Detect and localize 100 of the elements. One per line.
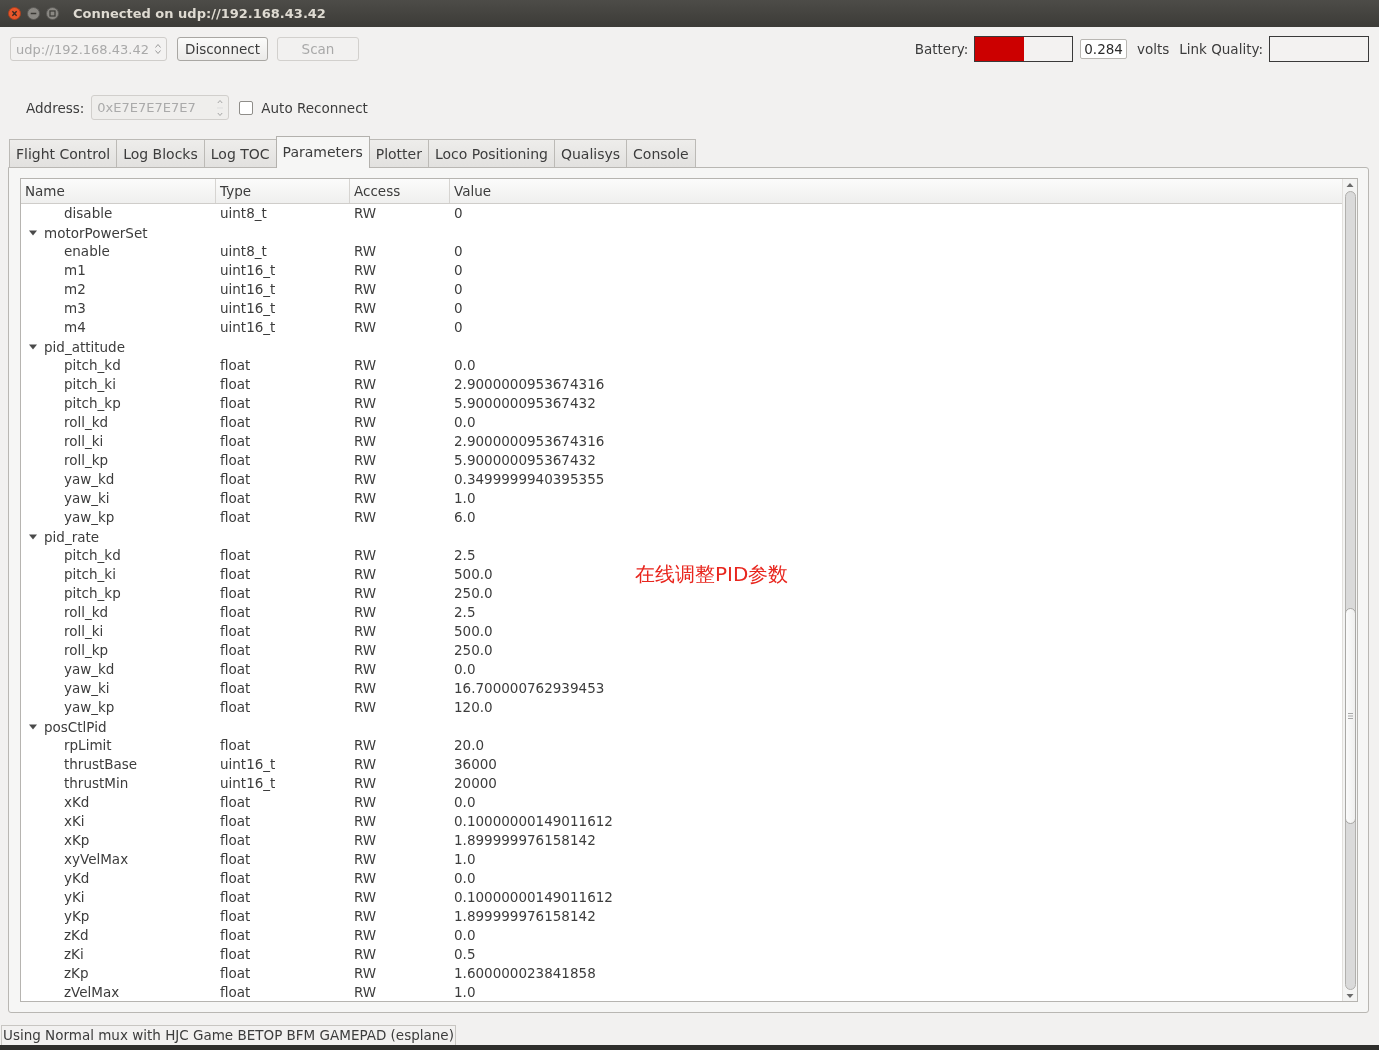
param-access: RW xyxy=(354,661,377,678)
column-header[interactable]: Access xyxy=(350,179,450,203)
param-value[interactable]: 0.0 xyxy=(454,661,476,678)
expander-icon[interactable] xyxy=(29,532,37,541)
group-name[interactable]: motorPowerSet xyxy=(44,224,148,241)
param-name: thrustMin xyxy=(64,775,129,792)
param-value[interactable]: 16.700000762939453 xyxy=(454,680,605,697)
param-access: RW xyxy=(354,471,377,488)
param-value[interactable]: 0.5 xyxy=(454,946,476,963)
expander-icon[interactable] xyxy=(29,228,37,237)
param-value[interactable]: 36000 xyxy=(454,756,497,773)
param-value[interactable]: 1.0 xyxy=(454,984,476,1001)
param-value[interactable]: 2.5 xyxy=(454,547,476,564)
param-name: roll_ki xyxy=(64,433,104,450)
param-value[interactable]: 0.0 xyxy=(454,870,476,887)
param-value[interactable]: 0 xyxy=(454,319,463,336)
minimize-icon[interactable] xyxy=(27,7,40,20)
param-type: float xyxy=(220,851,251,868)
param-value[interactable]: 2.5 xyxy=(454,604,476,621)
param-value[interactable]: 0.0 xyxy=(454,794,476,811)
param-name: thrustBase xyxy=(64,756,138,773)
param-value[interactable]: 20000 xyxy=(454,775,497,792)
param-access: RW xyxy=(354,452,377,469)
column-header[interactable]: Name xyxy=(21,179,216,203)
param-value[interactable]: 5.900000095367432 xyxy=(454,395,596,412)
param-value[interactable]: 250.0 xyxy=(454,585,493,602)
group-name[interactable]: pid_attitude xyxy=(44,338,125,355)
param-value[interactable]: 1.0 xyxy=(454,490,476,507)
param-value[interactable]: 250.0 xyxy=(454,642,493,659)
param-access: RW xyxy=(354,775,377,792)
param-access: RW xyxy=(354,851,377,868)
expander-icon[interactable] xyxy=(29,722,37,731)
param-value[interactable]: 0 xyxy=(454,300,463,317)
param-name: pitch_kp xyxy=(64,395,121,412)
param-access: RW xyxy=(354,870,377,887)
param-access: RW xyxy=(354,319,377,336)
param-value[interactable]: 0.10000000149011612 xyxy=(454,813,613,830)
tab[interactable]: Log TOC xyxy=(203,139,277,167)
param-access: RW xyxy=(354,927,377,944)
tab[interactable]: Console xyxy=(626,139,696,167)
param-type: uint16_t xyxy=(220,756,276,773)
tab[interactable]: Qualisys xyxy=(553,139,628,167)
param-name: m4 xyxy=(64,319,86,336)
toolbar-button[interactable]: Disconnect xyxy=(177,37,268,61)
param-value[interactable]: 1.899999976158142 xyxy=(454,908,596,925)
param-value[interactable]: 1.0 xyxy=(454,851,476,868)
param-type: float xyxy=(220,661,251,678)
param-access: RW xyxy=(354,794,377,811)
param-value[interactable]: 0.0 xyxy=(454,414,476,431)
param-value[interactable]: 0 xyxy=(454,262,463,279)
param-value[interactable]: 0.10000000149011612 xyxy=(454,889,613,906)
param-type: float xyxy=(220,927,251,944)
param-value[interactable]: 5.900000095367432 xyxy=(454,452,596,469)
param-value[interactable]: 0.0 xyxy=(454,357,476,374)
param-access: RW xyxy=(354,376,377,393)
param-access: RW xyxy=(354,547,377,564)
param-type: float xyxy=(220,832,251,849)
param-type: uint16_t xyxy=(220,319,276,336)
param-name: yKi xyxy=(64,889,85,906)
status-message: Using Normal mux with HJC Game BETOP BFM GAMEPAD (esplane) xyxy=(1,1024,456,1045)
scroll-down-icon[interactable] xyxy=(1346,993,1354,999)
param-value[interactable]: 0 xyxy=(454,243,463,260)
param-value[interactable]: 2.9000000953674316 xyxy=(454,433,605,450)
scroll-up-icon[interactable] xyxy=(1346,182,1354,188)
maximize-icon[interactable] xyxy=(46,7,59,20)
expander-icon[interactable] xyxy=(29,342,37,351)
param-value[interactable]: 1.600000023841858 xyxy=(454,965,596,982)
param-value[interactable]: 0.0 xyxy=(454,927,476,944)
tab[interactable]: Log Blocks xyxy=(116,139,205,167)
param-value[interactable]: 20.0 xyxy=(454,737,485,754)
param-access: RW xyxy=(354,623,377,640)
auto-reconnect-checkbox[interactable] xyxy=(239,100,254,115)
param-value[interactable]: 120.0 xyxy=(454,699,493,716)
tab[interactable]: Parameters xyxy=(275,136,370,168)
column-header[interactable]: Type xyxy=(216,179,350,203)
param-name: roll_kd xyxy=(64,414,109,431)
param-value[interactable]: 1.899999976158142 xyxy=(454,832,596,849)
param-value[interactable]: 0.3499999940395355 xyxy=(454,471,605,488)
param-value[interactable]: 0 xyxy=(454,205,463,222)
param-value[interactable]: 2.9000000953674316 xyxy=(454,376,605,393)
tab[interactable]: Plotter xyxy=(368,139,429,167)
param-value[interactable]: 6.0 xyxy=(454,509,476,526)
param-name: yaw_kd xyxy=(64,471,115,488)
param-value[interactable]: 0 xyxy=(454,281,463,298)
param-access: RW xyxy=(354,566,377,583)
tab[interactable]: Flight Control xyxy=(9,139,118,167)
param-name: zKd xyxy=(64,927,89,944)
param-type: float xyxy=(220,984,251,1001)
auto-reconnect-label[interactable]: Auto Reconnect xyxy=(261,99,368,116)
param-type: float xyxy=(220,813,251,830)
group-name[interactable]: pid_rate xyxy=(44,528,100,545)
param-value[interactable]: 500.0 xyxy=(454,623,493,640)
close-icon[interactable] xyxy=(8,7,21,20)
param-value[interactable]: 500.0 xyxy=(454,566,493,583)
param-name: yaw_ki xyxy=(64,680,110,697)
tab[interactable]: Loco Positioning xyxy=(427,139,555,167)
group-name[interactable]: posCtlPid xyxy=(44,718,107,735)
column-header[interactable]: Value xyxy=(450,179,1342,203)
battery-voltage-field: 0.284 xyxy=(1080,39,1127,59)
scrollbar-thumb[interactable] xyxy=(1344,608,1356,824)
